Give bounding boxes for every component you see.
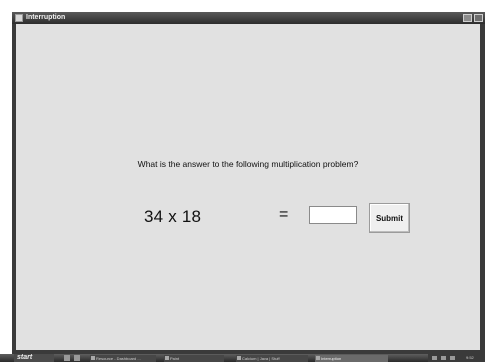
taskbar-item-label: Paint <box>170 356 180 361</box>
taskbar-item-interruption[interactable]: Interruption <box>315 355 388 362</box>
taskbar-item-calcium[interactable]: Calcium | Java | Stuff <box>236 355 308 362</box>
taskbar-item-label: Interruption <box>321 356 342 361</box>
close-button[interactable] <box>474 14 483 22</box>
clock: 9:52 <box>466 355 474 360</box>
quick-launch-browser-icon[interactable] <box>64 355 70 361</box>
window-icon <box>91 356 95 360</box>
app-icon <box>15 14 23 22</box>
taskbar-item-label: Calcium | Java | Stuff <box>242 356 280 361</box>
window-title: Interruption <box>26 14 66 21</box>
minimize-button[interactable] <box>463 14 472 22</box>
window-icon <box>237 356 241 360</box>
answer-input[interactable] <box>309 206 357 224</box>
title-bar[interactable]: Interruption <box>12 12 485 24</box>
taskbar-item-label: Resource - Dashboard ... <box>96 356 141 361</box>
window-icon <box>165 356 169 360</box>
shield-icon[interactable] <box>450 356 455 360</box>
system-tray: 9:52 <box>428 354 485 362</box>
taskbar-item-paint[interactable]: Paint <box>164 355 224 362</box>
taskbar-item-resource[interactable]: Resource - Dashboard ... <box>90 355 156 362</box>
volume-icon[interactable] <box>441 356 446 360</box>
quick-launch-folder-icon[interactable] <box>74 355 80 361</box>
start-button[interactable]: start <box>14 354 54 362</box>
main-content: What is the answer to the following mult… <box>16 24 480 350</box>
window-icon <box>316 356 320 360</box>
question-text: What is the answer to the following mult… <box>137 159 359 169</box>
network-icon[interactable] <box>432 356 437 360</box>
submit-button[interactable]: Submit <box>369 203 410 233</box>
multiplication-problem: 34 x 18 <box>144 207 202 226</box>
equals-sign: = <box>279 206 289 223</box>
app-window: Interruption What is the answer to the f… <box>12 12 485 354</box>
taskbar: start Resource - Dashboard ... Paint Cal… <box>0 354 485 362</box>
